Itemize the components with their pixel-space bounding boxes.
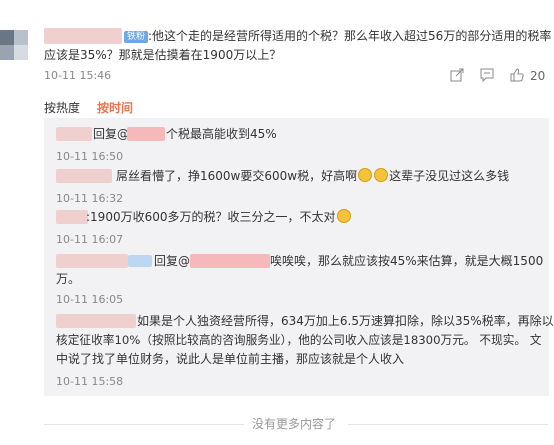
reply-text-line2: 核定征收率10%（按照比较高的咨询服务业），他的公司收入应该是18300万元。 … bbox=[56, 333, 542, 347]
like-count: 20 bbox=[530, 69, 546, 83]
no-more-content-text: 没有更多内容了 bbox=[252, 417, 337, 431]
reply-time: 10-11 16:05 bbox=[56, 293, 124, 306]
reply-time: 10-11 16:07 bbox=[56, 233, 124, 246]
main-comment-text-line2: 应该是35%？那就是估摸着在1900万以上？ bbox=[44, 48, 282, 62]
username-blurred[interactable] bbox=[44, 28, 122, 44]
reply-username-blurred[interactable] bbox=[56, 127, 92, 141]
reply-prefix: 回复@ bbox=[154, 254, 191, 268]
laugh-emoji-icon bbox=[336, 209, 351, 223]
footer-divider-left bbox=[44, 424, 244, 425]
reply-prefix: 回复@ bbox=[93, 127, 130, 141]
comment-icon[interactable] bbox=[480, 68, 494, 82]
avatar[interactable] bbox=[0, 30, 28, 60]
sort-by-time-tab[interactable]: 按时间 bbox=[97, 101, 133, 115]
fan-badge: 铁粉 bbox=[124, 31, 149, 43]
reply-text-line1: 唉唉唉，那么就应该按45%来估算，就是大概1500 bbox=[270, 254, 544, 268]
reply-time: 10-11 16:32 bbox=[56, 192, 124, 205]
reply-time: 10-11 15:58 bbox=[56, 375, 124, 388]
reply-username-blurred[interactable] bbox=[56, 169, 112, 183]
reply-text-line3: 中说了找了单位财务，说此人是单位前主播，那应该就是个人收入 bbox=[56, 352, 405, 366]
reply-username-blurred[interactable] bbox=[56, 254, 128, 268]
main-comment-text-line1: :他这个走的是经营所得适用的个税？那么年收入超过56万的部分适用的税率 bbox=[148, 29, 552, 43]
reply-time: 10-11 16:50 bbox=[56, 150, 124, 163]
reply-text-line2: 万。 bbox=[56, 272, 81, 286]
reply-text: 个税最高能收到45% bbox=[166, 127, 277, 141]
share-icon[interactable] bbox=[450, 68, 464, 82]
reply-text-line1: 如果是个人独资经营所得，634万加上6.5万速算扣除，除以35%税率，再除以 bbox=[137, 314, 554, 328]
main-comment-time: 10-11 15:46 bbox=[44, 69, 112, 82]
footer-divider-right bbox=[348, 424, 548, 425]
mention-blurred[interactable] bbox=[127, 127, 165, 141]
reply-username-blurred[interactable] bbox=[56, 210, 88, 224]
reply-badge-blurred bbox=[128, 255, 152, 267]
reply-text: 屌丝看懵了，挣1600w要交600w税，好高啊 这辈子没见过这么多钱 bbox=[116, 168, 510, 183]
reply-username-blurred[interactable] bbox=[56, 314, 136, 328]
reply-text: :1900万收600多万的税？收三分之一，不太对 bbox=[86, 208, 352, 226]
mention-blurred[interactable] bbox=[190, 254, 270, 268]
laugh-emoji-icon bbox=[374, 168, 389, 182]
laugh-emoji-icon bbox=[358, 168, 373, 182]
sort-by-hot-tab[interactable]: 按热度 bbox=[44, 101, 80, 115]
like-icon[interactable] bbox=[510, 68, 524, 82]
